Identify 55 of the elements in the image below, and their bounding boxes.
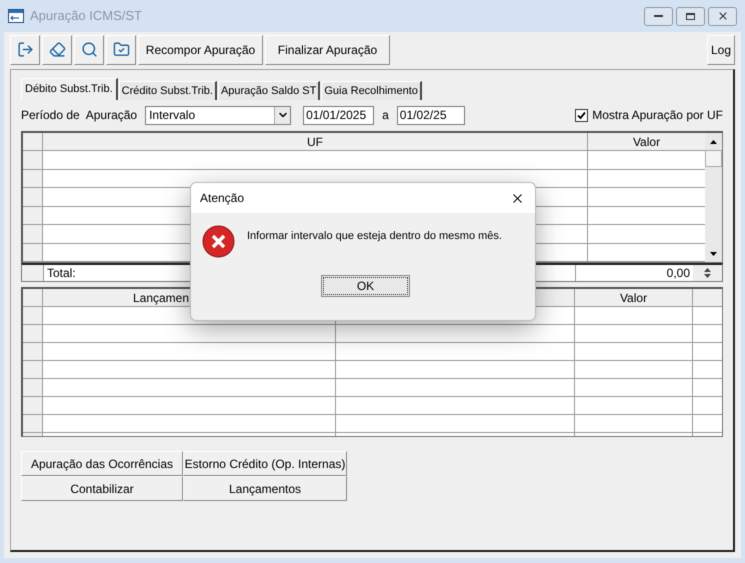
end-date-field[interactable]: 01/02/25: [396, 106, 465, 124]
ok-button[interactable]: OK: [321, 275, 410, 297]
dialog-message: Informar intervalo que esteja dentro do mesmo mês.: [247, 229, 502, 244]
log-button[interactable]: Log: [707, 34, 735, 64]
action-button[interactable]: Lançamentos: [183, 476, 347, 501]
grid-cell: [693, 397, 722, 414]
grid-cell: [693, 415, 722, 432]
tab[interactable]: Guia Recolhimento: [321, 81, 422, 100]
window-title: Apuração ICMS/ST: [30, 7, 142, 26]
exit-icon: [16, 41, 34, 58]
grid-cell: [693, 343, 722, 360]
column-header: Lançamen: [132, 290, 190, 306]
scroll-down-icon[interactable]: [710, 252, 717, 256]
action-button[interactable]: Contabilizar: [21, 476, 183, 501]
exit-button[interactable]: [10, 34, 40, 64]
toolbar-button[interactable]: Recompor Apuração: [138, 34, 263, 64]
checkbox-label: Mostra Apuração por UF: [592, 107, 723, 124]
tab[interactable]: Apuração Saldo ST: [218, 81, 320, 100]
folder-check-button[interactable]: [106, 34, 136, 64]
tab[interactable]: Crédito Subst.Trib.: [118, 81, 217, 100]
total-label: Total:: [47, 265, 76, 282]
tab[interactable]: Débito Subst.Trib.: [21, 78, 118, 100]
period-label: Período de Apuração: [21, 107, 138, 124]
close-button[interactable]: [708, 6, 737, 26]
close-icon: [716, 10, 728, 22]
action-button[interactable]: Estorno Crédito (Op. Internas): [183, 451, 347, 476]
grid-cell: [693, 361, 722, 378]
search-icon: [80, 41, 98, 58]
start-date-field[interactable]: 01/01/2025: [303, 106, 374, 124]
range-separator: a: [382, 107, 389, 124]
column-header: Valor: [575, 289, 693, 306]
down-arrow-icon: [704, 274, 711, 278]
grid-cell: [693, 379, 722, 396]
app-icon: [8, 9, 24, 23]
column-header: Valor: [632, 134, 662, 150]
toolbar-button[interactable]: Finalizar Apuração: [265, 34, 390, 64]
up-arrow-icon: [704, 268, 711, 272]
minimize-button[interactable]: [644, 6, 673, 26]
grid-cell: [693, 325, 722, 342]
column-header: UF: [43, 133, 588, 150]
eraser-icon: [48, 41, 66, 58]
maximize-button[interactable]: [676, 6, 705, 26]
scroll-thumb[interactable]: [705, 150, 722, 167]
dialog-title: Atenção: [200, 190, 244, 207]
eraser-button[interactable]: [42, 34, 72, 64]
error-icon: [202, 225, 235, 258]
uf-checkbox[interactable]: [575, 108, 588, 122]
scroll-up-icon[interactable]: [710, 140, 717, 144]
search-button[interactable]: [74, 34, 104, 64]
grid-cell: [693, 307, 722, 324]
action-button[interactable]: Apuração das Ocorrências: [21, 451, 183, 476]
period-dropdown[interactable]: Intervalo: [145, 106, 292, 124]
scrollbar[interactable]: [705, 133, 722, 262]
total-value: 0,00: [666, 265, 690, 282]
folder-check-icon: [112, 41, 130, 58]
